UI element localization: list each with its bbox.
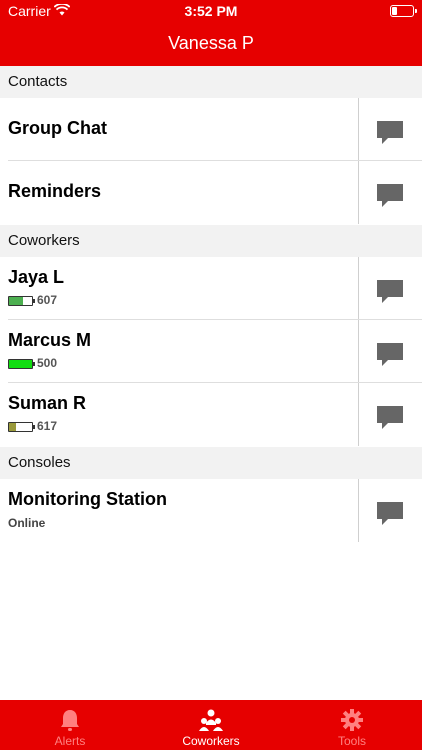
page-title: Vanessa P <box>168 33 254 53</box>
contact-label: Group Chat <box>8 118 107 138</box>
coworker-value: 617 <box>37 419 58 433</box>
coworker-row[interactable]: Jaya L 607 <box>0 257 422 320</box>
coworker-name: Jaya L <box>8 267 65 287</box>
battery-level-icon <box>8 295 35 306</box>
console-status: Online <box>8 516 46 530</box>
coworker-name: Marcus M <box>8 330 92 350</box>
console-row[interactable]: Monitoring Station Online <box>0 479 422 542</box>
chat-icon[interactable] <box>376 499 404 527</box>
console-name: Monitoring Station <box>8 489 167 509</box>
tab-coworkers[interactable]: Coworkers <box>141 700 281 750</box>
contact-label: Reminders <box>8 181 102 201</box>
gear-icon <box>341 709 363 731</box>
chat-icon[interactable] <box>376 277 404 305</box>
tab-label: Alerts <box>54 734 86 748</box>
section-header-consoles: Consoles <box>0 447 422 479</box>
coworker-status: 607 <box>8 293 57 307</box>
section-title: Consoles <box>8 454 71 471</box>
battery-fill <box>9 359 32 368</box>
battery-icon <box>390 5 417 17</box>
section-header-coworkers: Coworkers <box>0 225 422 257</box>
chat-icon[interactable] <box>376 181 404 209</box>
coworker-status: 500 <box>8 356 57 370</box>
contact-row-group-chat[interactable]: Group Chat <box>0 98 422 161</box>
tab-label: Coworkers <box>182 734 240 748</box>
clock: 3:52 PM <box>184 3 238 19</box>
header: Carrier 3:52 PM Vanessa P <box>0 0 422 66</box>
section-title: Contacts <box>8 73 68 90</box>
tab-label: Tools <box>337 734 366 748</box>
battery-fill <box>9 296 23 305</box>
coworker-row[interactable]: Marcus M 500 <box>0 320 422 383</box>
status-bar: Carrier 3:52 PM <box>0 0 422 24</box>
coworker-name: Suman R <box>8 393 87 413</box>
tab-alerts[interactable]: Alerts <box>0 700 140 750</box>
people-icon <box>199 709 223 731</box>
coworker-value: 607 <box>37 293 58 307</box>
battery-fill <box>9 422 16 431</box>
section-title: Coworkers <box>8 232 80 249</box>
tab-bar: Alerts Coworkers Tools <box>0 700 422 750</box>
coworker-row[interactable]: Suman R 617 <box>0 383 422 446</box>
coworker-value: 500 <box>37 356 58 370</box>
chat-icon[interactable] <box>376 403 404 431</box>
coworker-status: 617 <box>8 419 57 433</box>
chat-icon[interactable] <box>376 340 404 368</box>
contact-row-reminders[interactable]: Reminders <box>0 161 422 224</box>
battery-level-icon <box>8 358 35 369</box>
tab-tools[interactable]: Tools <box>282 700 422 750</box>
section-header-contacts: Contacts <box>0 66 422 98</box>
chat-icon[interactable] <box>376 118 404 146</box>
bell-icon <box>61 710 79 731</box>
battery-level-icon <box>8 421 35 432</box>
